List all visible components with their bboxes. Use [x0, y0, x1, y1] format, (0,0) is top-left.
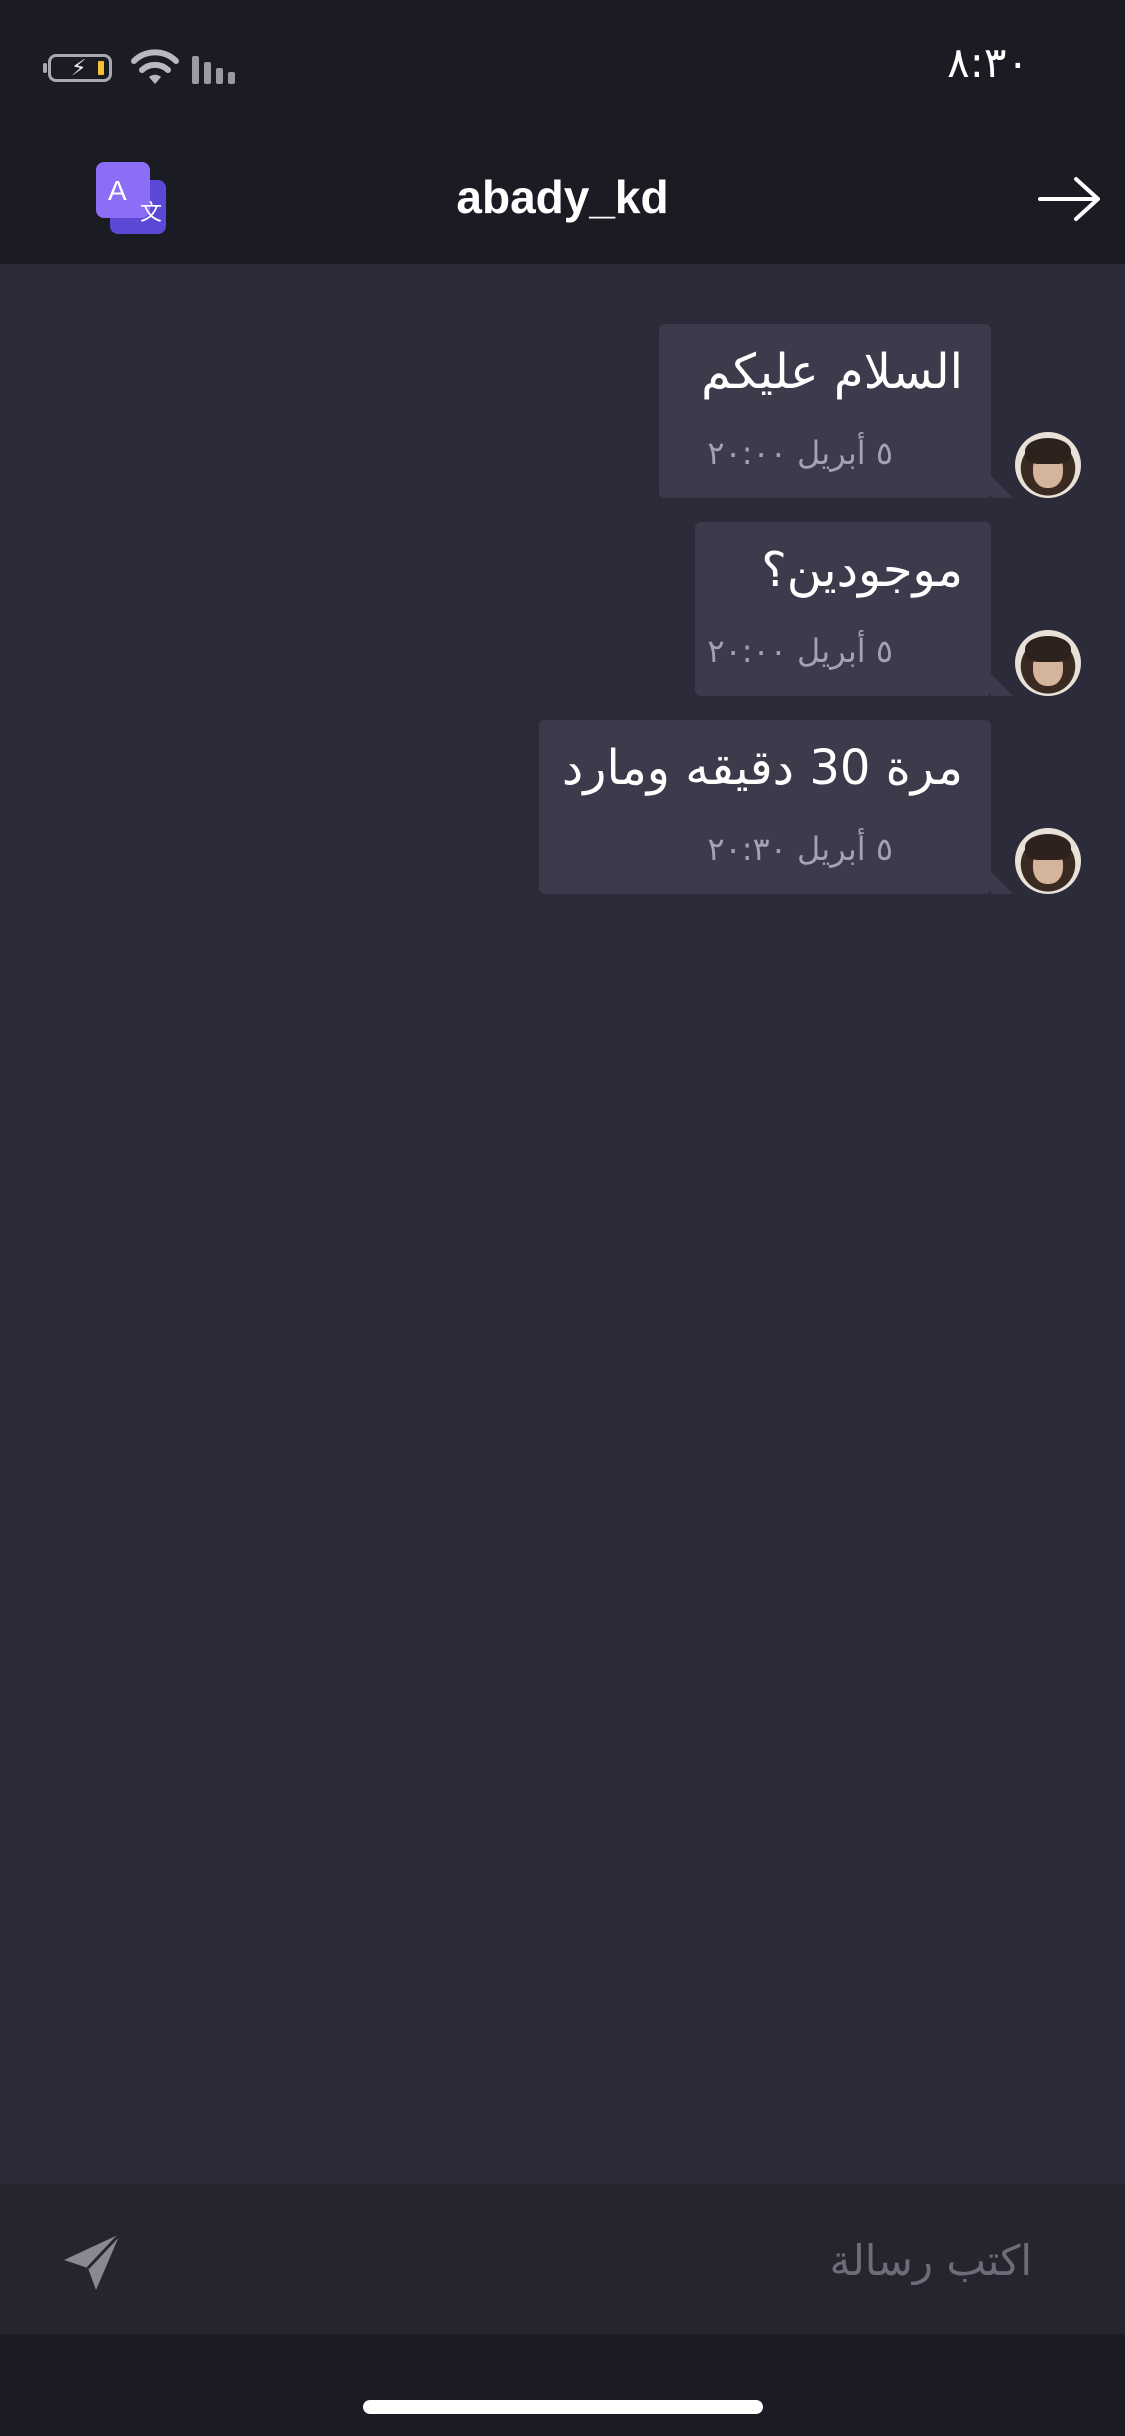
avatar[interactable] — [1015, 432, 1081, 498]
message-item: موجودين؟ ٥ أبريل ٢٠:٠٠ — [0, 522, 1125, 696]
message-text: مرة 30 دقيقه ومارد — [561, 740, 963, 796]
message-input[interactable] — [170, 2216, 1034, 2304]
message-item: مرة 30 دقيقه ومارد ٥ أبريل ٢٠:٣٠ — [0, 720, 1125, 894]
message-time: ٥ أبريل ٢٠:٠٠ — [707, 434, 893, 472]
status-time: ٨:٣٠ — [947, 38, 1029, 87]
cellular-signal-icon — [192, 56, 235, 84]
message-item: السلام عليكم ٥ أبريل ٢٠:٠٠ — [0, 324, 1125, 498]
message-bubble[interactable]: السلام عليكم ٥ أبريل ٢٠:٠٠ — [659, 324, 1013, 498]
avatar[interactable] — [1015, 630, 1081, 696]
status-bar: ⚡ ٨:٣٠ — [0, 0, 1125, 132]
message-bubble[interactable]: موجودين؟ ٥ أبريل ٢٠:٠٠ — [695, 522, 1013, 696]
chat-title: abady_kd — [456, 171, 669, 223]
wifi-icon — [131, 49, 179, 84]
home-indicator[interactable] — [363, 2400, 763, 2414]
message-time: ٥ أبريل ٢٠:٣٠ — [707, 830, 893, 868]
message-time: ٥ أبريل ٢٠:٠٠ — [707, 632, 893, 670]
compose-bar — [0, 2184, 1125, 2334]
battery-charging-icon: ⚡ — [43, 54, 112, 82]
arrow-right-icon[interactable] — [1038, 174, 1102, 224]
send-icon[interactable] — [60, 2230, 124, 2294]
avatar[interactable] — [1015, 828, 1081, 894]
message-text: السلام عليكم — [701, 344, 963, 400]
message-bubble[interactable]: مرة 30 دقيقه ومارد ٥ أبريل ٢٠:٣٠ — [539, 720, 1013, 894]
home-area — [0, 2334, 1125, 2436]
chat-header: A 文 abady_kd — [0, 132, 1125, 264]
message-text: موجودين؟ — [761, 542, 963, 598]
